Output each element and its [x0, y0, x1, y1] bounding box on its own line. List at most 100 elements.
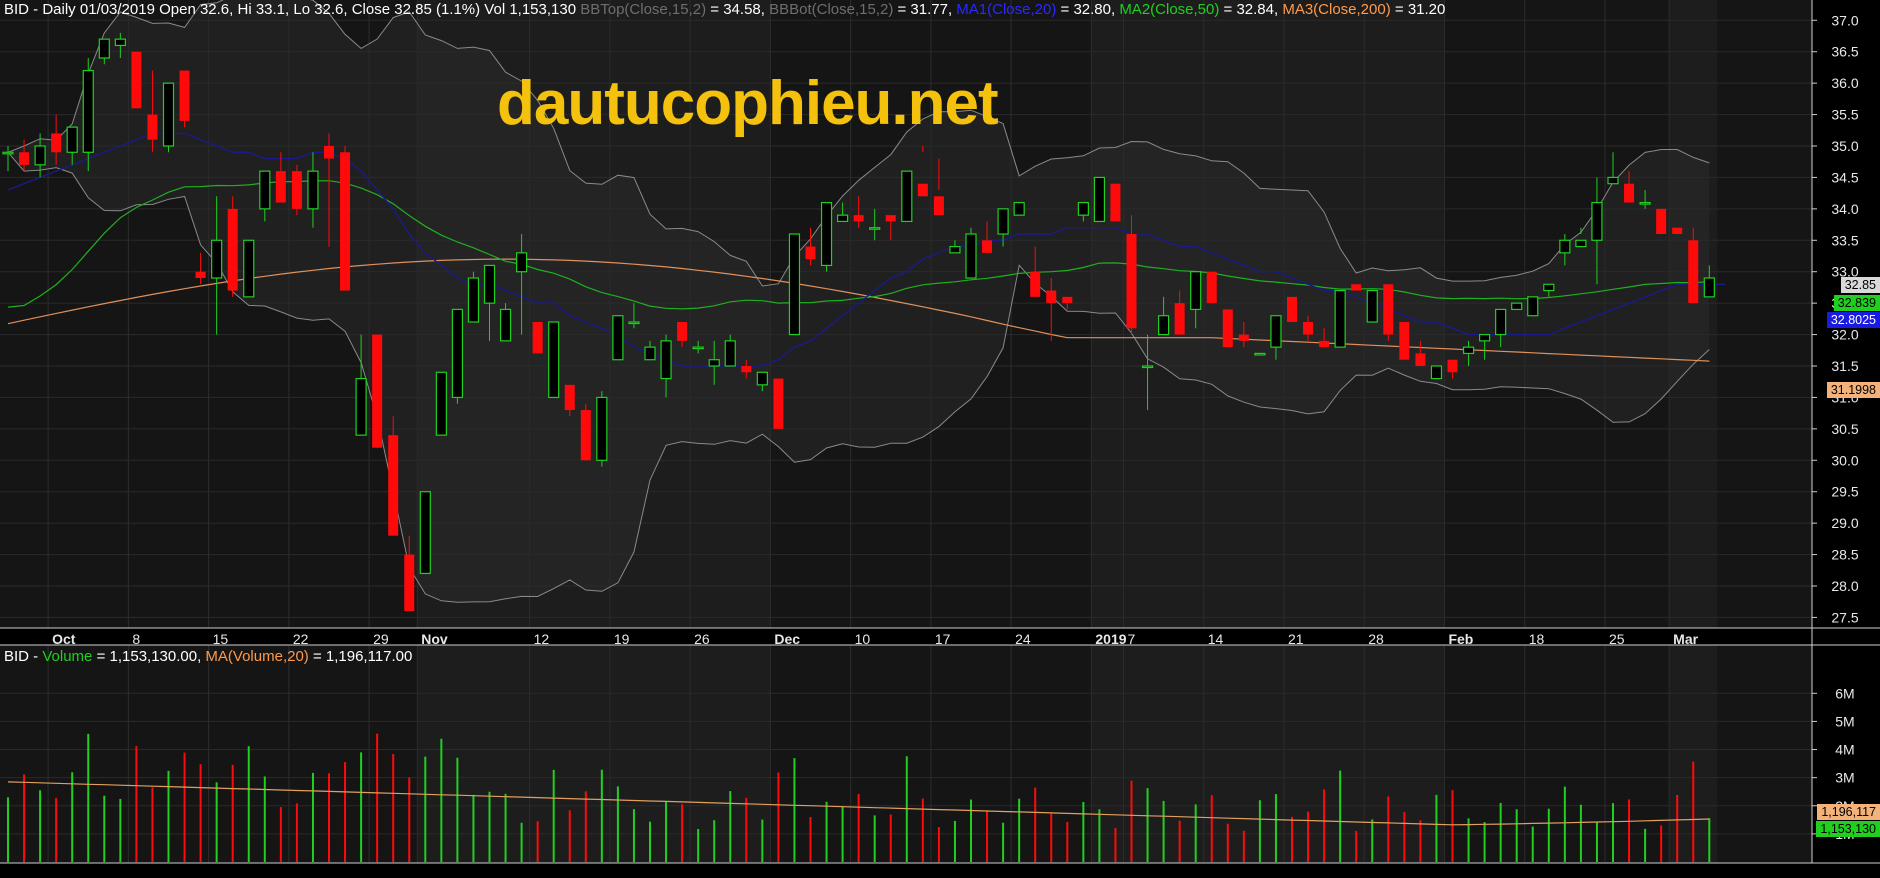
x-axis-label: 14: [1208, 631, 1224, 647]
candle-body-down: [195, 271, 206, 278]
candle-body-up: [1157, 315, 1170, 336]
candle-body-up: [724, 340, 736, 367]
candle-body-up: [307, 170, 319, 210]
x-axis-label: 18: [1529, 631, 1545, 647]
candle-body-down: [1303, 322, 1314, 335]
candle-body-up: [1190, 271, 1202, 311]
candle-body-down: [388, 435, 399, 536]
candle-body-up: [708, 359, 720, 367]
candle-body-down: [1126, 234, 1137, 329]
candle-body-up: [1270, 315, 1282, 348]
candle-body-down: [532, 322, 543, 354]
y-tick-label: 30.5: [1831, 421, 1858, 437]
candle-body-up: [949, 245, 961, 254]
candle-body-up: [98, 38, 110, 59]
candle-body-down: [291, 171, 302, 209]
x-axis-label: Mar: [1673, 631, 1698, 647]
candle-body-up: [483, 264, 496, 304]
candle-body-up: [1077, 201, 1089, 216]
candle-body-down: [773, 378, 784, 429]
vol-header-ma-label: MA(Volume,20): [205, 648, 309, 665]
y-tick-label: 35.0: [1831, 138, 1858, 154]
header-ma2-value: = 32.84,: [1219, 1, 1283, 18]
candle-body-down: [1222, 309, 1233, 348]
month-shade: [417, 645, 771, 863]
candle-body-down: [51, 133, 62, 153]
candle-body-down: [1319, 340, 1330, 348]
candle-body-up: [836, 214, 849, 223]
candle-body-up: [82, 69, 94, 153]
x-axis-label: Dec: [774, 631, 800, 647]
candle-body-up: [435, 371, 447, 436]
candle-body-down: [564, 384, 575, 410]
candle-body-down: [805, 246, 816, 260]
header-bbbot-value: = 31.77,: [893, 1, 957, 18]
y-tick-label: 31.5: [1831, 358, 1858, 374]
y-tick-label: 35.5: [1831, 107, 1858, 123]
vol-header-label: Volume: [42, 648, 93, 665]
candle-body-down: [982, 240, 993, 253]
price-chart-header: BID - Daily 01/03/2019 Open 32.6, Hi 33.…: [4, 1, 1445, 18]
x-axis-label: 21: [1288, 631, 1304, 647]
x-axis-label: 19: [614, 631, 630, 647]
header-ma3-label: MA3(Close,200): [1282, 1, 1391, 18]
header-bbtop-label: BBTop(Close,15,2): [580, 1, 707, 18]
watermark-logo: dautucophieu.net: [497, 69, 999, 138]
candle-body-down: [404, 554, 415, 612]
x-axis-label: 15: [213, 631, 229, 647]
x-axis-label: 28: [1368, 631, 1384, 647]
candle-body-down: [1688, 240, 1699, 304]
candle-body-up: [756, 371, 768, 386]
candle-body-down: [340, 152, 351, 291]
header-ohlc: - Daily 01/03/2019 Open 32.6, Hi 33.1, L…: [29, 1, 581, 18]
x-axis-label: 24: [1015, 631, 1031, 647]
volume-y-tick-label: 4M: [1835, 742, 1854, 758]
candle-body-up: [965, 233, 977, 279]
candle-body-up: [820, 201, 833, 267]
candle-body-down: [179, 70, 190, 121]
candle-body-down: [1672, 227, 1683, 234]
x-axis-label: 2019: [1095, 631, 1126, 647]
x-axis-label: 22: [293, 631, 309, 647]
candle-body-up: [1013, 201, 1025, 216]
y-tick-label: 29.5: [1831, 484, 1858, 500]
header-ma3-value: = 31.20: [1390, 1, 1446, 18]
candle-body-down: [933, 196, 944, 216]
candle-body-down: [1656, 208, 1667, 234]
candle-body-up: [612, 315, 624, 361]
candle-body-up: [114, 38, 126, 47]
x-axis-label: 29: [373, 631, 389, 647]
candle-body-up: [1495, 308, 1507, 336]
candle-body-up: [548, 321, 560, 399]
x-axis-label: 12: [534, 631, 550, 647]
y-tick-label: 27.5: [1831, 609, 1858, 625]
candle-body-up: [1527, 296, 1539, 317]
candle-body-down: [1206, 271, 1217, 304]
candle-body-down: [227, 208, 238, 291]
candle-body-up: [1462, 346, 1475, 355]
candle-body-down: [677, 322, 688, 341]
x-axis-label: 10: [855, 631, 871, 647]
candle-body-up: [869, 227, 881, 230]
candle-body-down: [147, 114, 158, 140]
candle-body-up: [34, 145, 46, 166]
candle-body-down: [1030, 271, 1041, 297]
candle-body-down: [1383, 284, 1394, 335]
candle-body-down: [1287, 296, 1297, 322]
candle-body-up: [451, 308, 463, 399]
candle-body-down: [1238, 334, 1249, 341]
x-axis-label: Feb: [1448, 631, 1473, 647]
candle-body-down: [1110, 183, 1121, 222]
y-tick-label: 36.0: [1831, 75, 1858, 91]
vol-header-dash: -: [29, 648, 43, 665]
header-ma1-label: MA1(Close,20): [956, 1, 1057, 18]
candle-body-up: [162, 82, 175, 147]
candle-body-down: [1062, 296, 1073, 304]
last-vol-badge: 1,153,130: [1816, 821, 1880, 837]
candle-body-up: [515, 252, 528, 273]
x-axis-label: Oct: [52, 631, 76, 647]
candle-body-up: [1254, 352, 1266, 356]
candle-body-up: [467, 277, 480, 323]
candle-body-up: [259, 170, 271, 210]
header-ma1-value: = 32.80,: [1056, 1, 1120, 18]
